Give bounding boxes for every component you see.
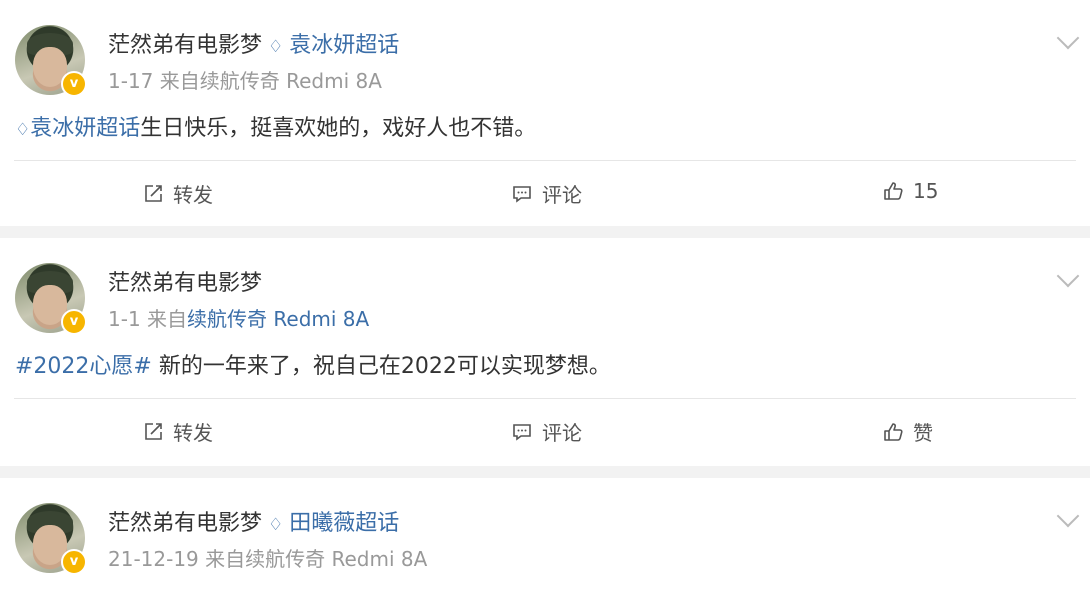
post-meta: 1-17 来自续航传奇 Redmi 8A xyxy=(108,65,382,94)
comment-button[interactable]: 评论 xyxy=(512,417,582,446)
diamond-icon: ♢ xyxy=(268,37,284,57)
post-content: #2022心愿# 新的一年来了，祝自己在2022可以实现梦想。 xyxy=(0,333,1090,398)
avatar[interactable]: v xyxy=(15,263,87,335)
repost-label: 转发 xyxy=(173,183,213,207)
post-content: ♢袁冰妍超话生日快乐，挺喜欢她的，戏好人也不错。 xyxy=(0,95,1090,160)
comment-label: 评论 xyxy=(542,183,582,207)
post-date: 21-12-19 xyxy=(108,547,199,571)
author-row: 茫然弟有电影梦 ♢ 袁冰妍超话 xyxy=(108,27,399,59)
repost-icon xyxy=(143,184,163,204)
avatar[interactable]: v xyxy=(15,503,87,575)
like-button[interactable]: 赞 xyxy=(883,417,933,446)
diamond-icon: ♢ xyxy=(268,515,284,535)
post-source: 续航传奇 Redmi 8A xyxy=(245,547,428,571)
comment-label: 评论 xyxy=(542,421,582,445)
post-meta: 1-1 来自续航传奇 Redmi 8A xyxy=(108,303,369,332)
thumbs-up-icon xyxy=(883,181,903,201)
repost-button[interactable]: 转发 xyxy=(143,417,213,446)
thumbs-up-icon xyxy=(883,422,903,442)
action-bar: 转发 评论 15 xyxy=(0,161,1090,225)
post-header: v 茫然弟有电影梦 ♢ 田曦薇超话 21-12-19 来自续航传奇 Redmi 8A xyxy=(0,478,1090,575)
author-name[interactable]: 茫然弟有电影梦 xyxy=(108,33,262,58)
verified-badge-icon: v xyxy=(61,309,87,335)
super-topic-link[interactable]: 田曦薇超话 xyxy=(289,511,399,536)
like-button[interactable]: 15 xyxy=(883,179,938,203)
repost-button[interactable]: 转发 xyxy=(143,179,213,208)
author-name[interactable]: 茫然弟有电影梦 xyxy=(108,511,262,536)
chevron-down-icon[interactable] xyxy=(1056,26,1080,50)
chevron-down-icon[interactable] xyxy=(1056,264,1080,288)
source-prefix: 来自 xyxy=(205,547,246,571)
repost-icon xyxy=(143,422,163,442)
author-name[interactable]: 茫然弟有电影梦 xyxy=(108,271,262,296)
weibo-post: v 茫然弟有电影梦 ♢ 田曦薇超话 21-12-19 来自续航传奇 Redmi 8A xyxy=(0,478,1090,590)
post-source: 续航传奇 Redmi 8A xyxy=(199,69,382,93)
comment-icon xyxy=(512,184,532,204)
comment-icon xyxy=(512,422,532,442)
super-topic-link[interactable]: 袁冰妍超话 xyxy=(289,33,399,58)
content-text: 生日快乐，挺喜欢她的，戏好人也不错。 xyxy=(140,116,537,141)
hashtag-link[interactable]: #2022心愿# xyxy=(15,354,152,379)
comment-button[interactable]: 评论 xyxy=(512,179,582,208)
diamond-icon: ♢ xyxy=(15,120,31,140)
content-topic-link[interactable]: 袁冰妍超话 xyxy=(30,116,140,141)
verified-badge-icon: v xyxy=(61,71,87,97)
weibo-post: v 茫然弟有电影梦 1-1 来自续航传奇 Redmi 8A #2022心愿# 新… xyxy=(0,238,1090,466)
source-prefix: 来自 xyxy=(159,69,200,93)
repost-label: 转发 xyxy=(173,421,213,445)
weibo-post: v 茫然弟有电影梦 ♢ 袁冰妍超话 1-17 来自续航传奇 Redmi 8A ♢袁冰… xyxy=(0,0,1090,226)
content-text: 新的一年来了，祝自己在2022可以实现梦想。 xyxy=(151,354,611,379)
author-row: 茫然弟有电影梦 ♢ 田曦薇超话 xyxy=(108,505,399,537)
post-header: v 茫然弟有电影梦 ♢ 袁冰妍超话 1-17 来自续航传奇 Redmi 8A xyxy=(0,0,1090,97)
chevron-down-icon[interactable] xyxy=(1056,504,1080,528)
source-prefix: 来自 xyxy=(147,307,188,331)
author-row: 茫然弟有电影梦 xyxy=(108,265,262,297)
action-bar: 转发 评论 赞 xyxy=(0,399,1090,463)
verified-badge-icon: v xyxy=(61,549,87,575)
post-source-link[interactable]: 续航传奇 Redmi 8A xyxy=(187,307,369,331)
post-header: v 茫然弟有电影梦 1-1 来自续航传奇 Redmi 8A xyxy=(0,238,1090,335)
post-meta: 21-12-19 来自续航传奇 Redmi 8A xyxy=(108,543,427,572)
avatar[interactable]: v xyxy=(15,25,87,97)
like-label: 赞 xyxy=(913,421,933,445)
post-date: 1-17 xyxy=(108,69,154,93)
like-count: 15 xyxy=(913,179,939,203)
post-date: 1-1 xyxy=(108,307,141,331)
